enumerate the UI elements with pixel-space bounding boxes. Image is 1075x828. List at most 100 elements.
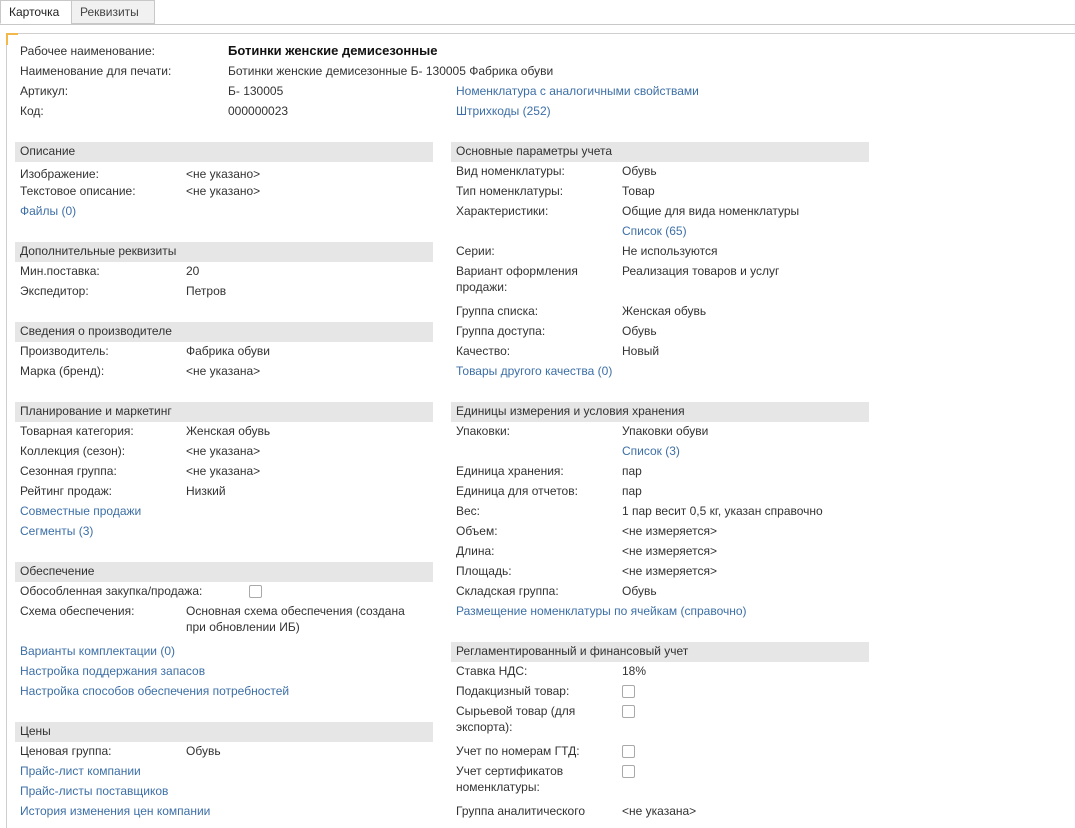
min-supply-value[interactable]: 20 [186,263,199,279]
analytic-group-value[interactable]: <не указана> [622,803,696,819]
warehouse-group-label: Складская группа: [456,584,559,598]
vat-rate-value[interactable]: 18% [622,663,646,679]
print-name-label: Наименование для печати: [20,64,172,78]
weight-value[interactable]: 1 пар весит 0,5 кг, указан справочно [622,503,823,519]
section-description: Описание [15,142,433,162]
stock-maintenance-link[interactable]: Настройка поддержания запасов [20,663,205,679]
nomenclature-type-value[interactable]: Товар [622,183,655,199]
certificates-checkbox[interactable] [622,765,635,778]
tab-bar: Карточка Реквизиты [0,0,1075,25]
gtd-accounting-checkbox[interactable] [622,745,635,758]
files-link[interactable]: Файлы (0) [20,203,76,219]
section-accounting: Основные параметры учета [451,142,869,162]
article-value[interactable]: Б- 130005 [228,83,283,99]
separate-purchase-label: Обособленная закупка/продажа: [20,584,203,598]
report-unit-value[interactable]: пар [622,483,642,499]
section-manufacturer: Сведения о производителе [15,322,433,342]
sale-variant-label-line1: Вариант оформления [456,264,578,278]
gtd-accounting-label: Учет по номерам ГТД: [456,744,580,758]
packages-list-link[interactable]: Список (3) [622,443,680,459]
category-value[interactable]: Женская обувь [186,423,270,439]
quality-label: Качество: [456,344,511,358]
work-name-label: Рабочее наименование: [20,44,155,58]
length-value[interactable]: <не измеряется> [622,543,717,559]
section-units: Единицы измерения и условия хранения [451,402,869,422]
min-supply-label: Мин.поставка: [20,264,100,278]
certificates-label-line2: номенклатуры: [456,780,540,794]
list-group-label: Группа списка: [456,304,539,318]
season-group-value[interactable]: <не указана> [186,463,260,479]
forwarder-value[interactable]: Петров [186,283,226,299]
season-group-label: Сезонная группа: [20,464,117,478]
characteristics-list-link[interactable]: Список (65) [622,223,687,239]
excise-checkbox[interactable] [622,685,635,698]
other-quality-link[interactable]: Товары другого качества (0) [456,363,612,379]
code-value[interactable]: 000000023 [228,103,288,119]
nomenclature-kind-value[interactable]: Обувь [622,163,657,179]
price-group-value[interactable]: Обувь [186,743,221,759]
price-history-link[interactable]: История изменения цен компании [20,803,210,819]
company-price-list-link[interactable]: Прайс-лист компании [20,763,141,779]
quality-value[interactable]: Новый [622,343,659,359]
weight-label: Вес: [456,504,481,518]
print-name-value[interactable]: Ботинки женские демисезонные Б- 130005 Ф… [228,63,553,79]
raw-goods-checkbox[interactable] [622,705,635,718]
length-label: Длина: [456,544,495,558]
brand-value[interactable]: <не указана> [186,363,260,379]
segments-link[interactable]: Сегменты (3) [20,523,93,539]
section-planning: Планирование и маркетинг [15,402,433,422]
code-label: Код: [20,104,44,118]
section-prices: Цены [15,722,433,742]
excise-label: Подакцизный товар: [456,684,570,698]
joint-sales-link[interactable]: Совместные продажи [20,503,141,519]
collection-value[interactable]: <не указана> [186,443,260,459]
tab-requisites[interactable]: Реквизиты [71,0,155,24]
certificates-label-line1: Учет сертификатов [456,764,564,778]
section-additional: Дополнительные реквизиты [15,242,433,262]
supply-scheme-value-line2[interactable]: при обновлении ИБ) [186,619,300,635]
image-label: Изображение: [20,167,99,181]
packages-value[interactable]: Упаковки обуви [622,423,708,439]
forwarder-label: Экспедитор: [20,284,89,298]
sales-rating-value[interactable]: Низкий [186,483,226,499]
volume-label: Объем: [456,524,498,538]
report-unit-label: Единица для отчетов: [456,484,578,498]
text-description-label: Текстовое описание: [20,184,136,198]
text-description-value[interactable]: <не указано> [186,183,260,199]
section-supply: Обеспечение [15,562,433,582]
supply-scheme-value-line1[interactable]: Основная схема обеспечения (создана [186,603,405,619]
warehouse-group-value[interactable]: Обувь [622,583,657,599]
packages-label: Упаковки: [456,424,510,438]
barcodes-link[interactable]: Штрихкоды (252) [456,103,551,119]
list-group-value[interactable]: Женская обувь [622,303,706,319]
area-value[interactable]: <не измеряется> [622,563,717,579]
series-value[interactable]: Не используются [622,243,718,259]
analytic-group-label: Группа аналитического [456,804,586,818]
similar-nomenclature-link[interactable]: Номенклатура с аналогичными свойствами [456,83,699,99]
sale-variant-value[interactable]: Реализация товаров и услуг [622,263,779,279]
characteristics-label: Характеристики: [456,204,549,218]
separate-purchase-checkbox[interactable] [249,585,262,598]
raw-goods-label-line2: экспорта): [456,720,513,734]
supply-methods-link[interactable]: Настройка способов обеспечения потребнос… [20,683,289,699]
access-group-value[interactable]: Обувь [622,323,657,339]
cell-placement-link[interactable]: Размещение номенклатуры по ячейкам (спра… [456,603,747,619]
section-regulated: Регламентированный и финансовый учет [451,642,869,662]
area-label: Площадь: [456,564,512,578]
sale-variant-label-line2: продажи: [456,280,508,294]
volume-value[interactable]: <не измеряется> [622,523,717,539]
kit-variants-link[interactable]: Варианты комплектации (0) [20,643,175,659]
characteristics-value[interactable]: Общие для вида номенклатуры [622,203,799,219]
category-label: Товарная категория: [20,424,134,438]
collection-label: Коллекция (сезон): [20,444,126,458]
storage-unit-value[interactable]: пар [622,463,642,479]
raw-goods-label-line1: Сырьевой товар (для [456,704,576,718]
supplier-price-lists-link[interactable]: Прайс-листы поставщиков [20,783,168,799]
vat-rate-label: Ставка НДС: [456,664,528,678]
tab-card[interactable]: Карточка [0,0,72,24]
work-name-value[interactable]: Ботинки женские демисезонные [228,43,437,59]
nomenclature-kind-label: Вид номенклатуры: [456,164,565,178]
brand-label: Марка (бренд): [20,364,105,378]
producer-value[interactable]: Фабрика обуви [186,343,270,359]
image-value[interactable]: <не указано> [186,166,260,182]
